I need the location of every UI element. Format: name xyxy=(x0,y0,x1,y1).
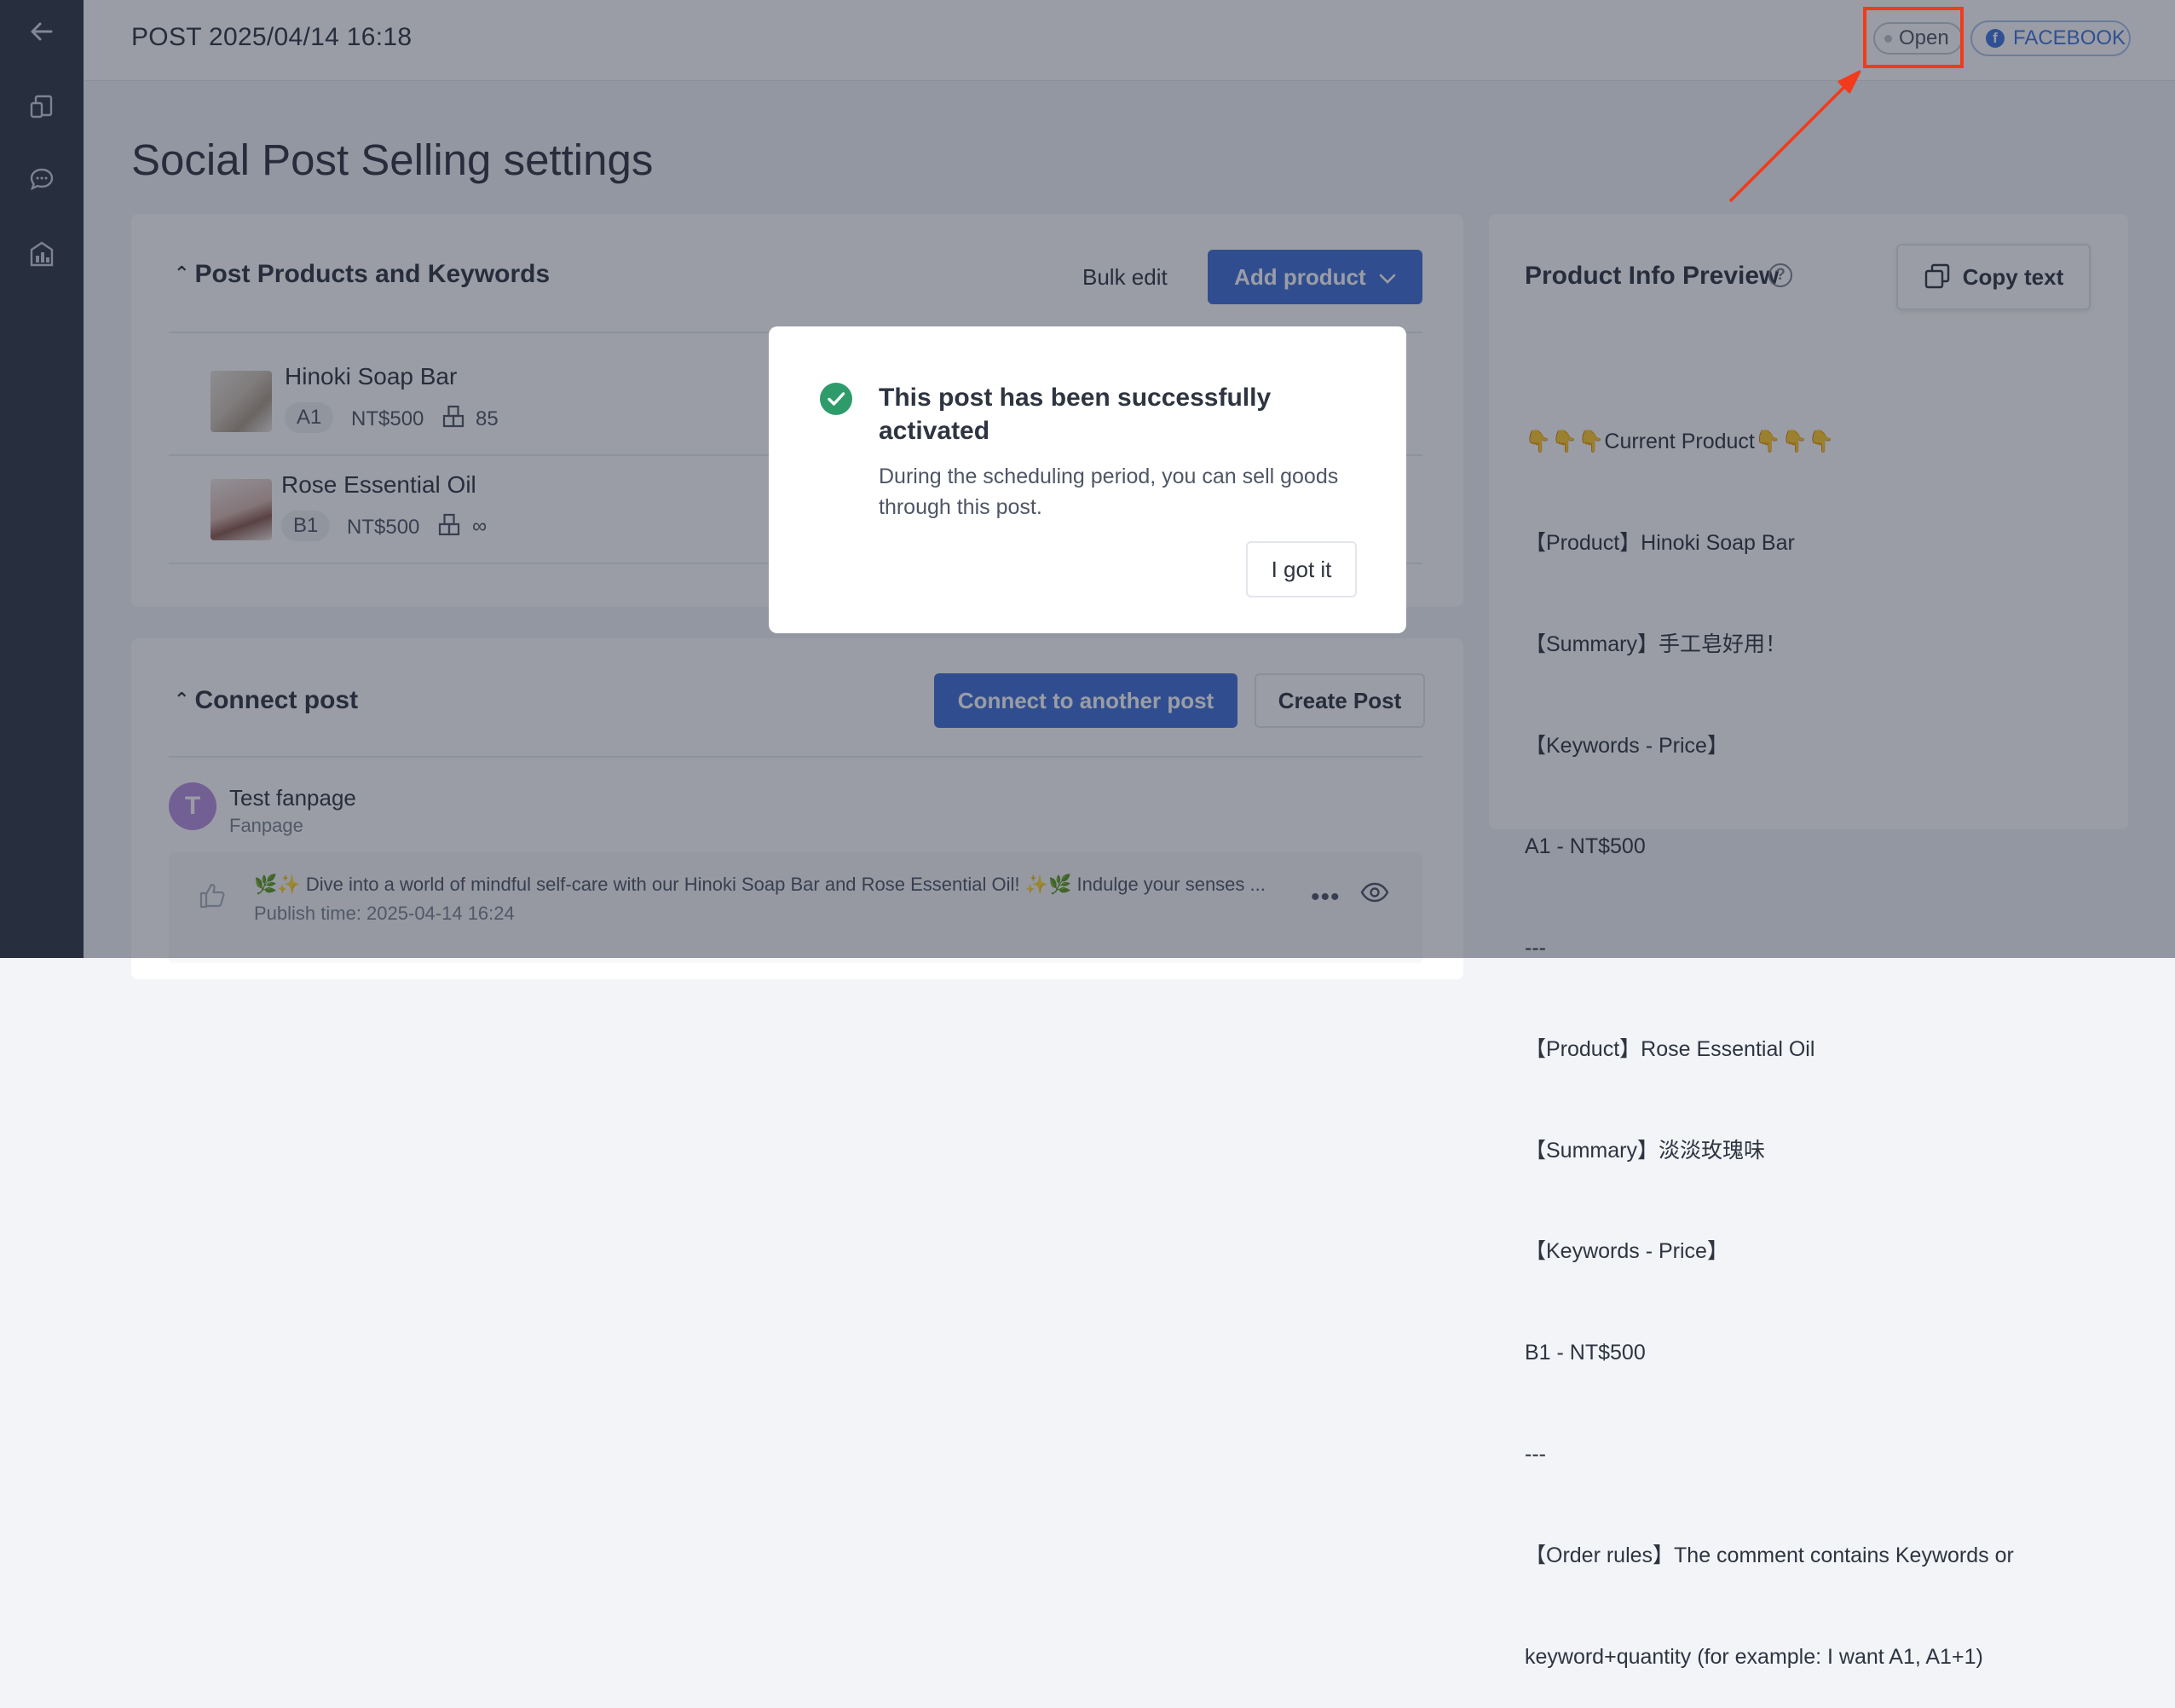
success-dialog: This post has been successfully activate… xyxy=(769,326,1406,633)
preview-line: --- xyxy=(1525,1442,1546,1466)
preview-line: 【Summary】淡淡玫瑰味 xyxy=(1525,1138,1765,1163)
dialog-description: During the scheduling period, you can se… xyxy=(879,465,1339,519)
preview-line: keyword+quantity (for example: I want A1… xyxy=(1525,1644,1983,1669)
i-got-it-button[interactable]: I got it xyxy=(1246,541,1357,597)
preview-line: 【Product】Rose Essential Oil xyxy=(1525,1036,1815,1061)
annotation-highlight-box xyxy=(1863,7,1964,68)
preview-line: 【Order rules】The comment contains Keywor… xyxy=(1525,1543,2014,1567)
preview-line: B1 - NT$500 xyxy=(1525,1341,1646,1365)
preview-line: 【Keywords - Price】 xyxy=(1525,1239,1728,1264)
dialog-title: This post has been successfully activate… xyxy=(879,384,1272,445)
success-check-icon xyxy=(820,383,852,415)
